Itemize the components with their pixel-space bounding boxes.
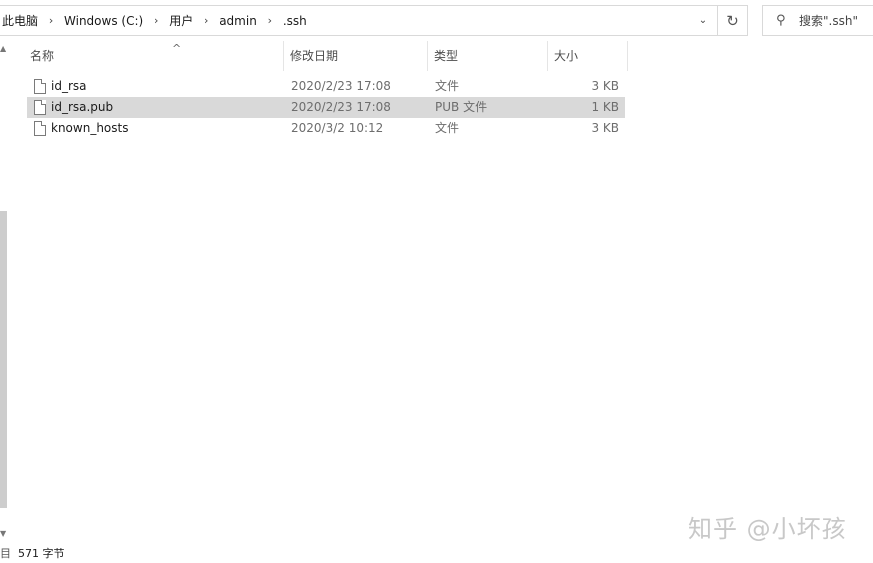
scroll-up-icon[interactable]: ▲ — [0, 44, 6, 53]
file-type: PUB 文件 — [435, 100, 488, 114]
column-header-date-label: 修改日期 — [290, 49, 339, 63]
refresh-button[interactable]: ↻ — [717, 6, 747, 35]
breadcrumb-ssh[interactable]: .ssh — [281, 14, 309, 28]
file-list: id_rsa 2020/2/23 17:08 文件 3 KB id_rsa.pu… — [27, 76, 627, 139]
breadcrumb-windows-drive[interactable]: Windows (C:) — [62, 14, 145, 28]
details-view-icon[interactable]: 目 — [0, 545, 11, 561]
file-size: 1 KB — [591, 100, 619, 114]
column-header-size-label: 大小 — [554, 49, 579, 63]
breadcrumb: 此电脑 › Windows (C:) › 用户 › admin › .ssh — [0, 6, 309, 35]
refresh-icon: ↻ — [726, 11, 739, 30]
file-icon — [34, 100, 46, 115]
file-row-id-rsa[interactable]: id_rsa 2020/2/23 17:08 文件 3 KB — [27, 76, 625, 97]
scroll-down-icon[interactable]: ▼ — [0, 529, 6, 538]
file-date: 2020/3/2 10:12 — [291, 121, 384, 135]
file-icon — [34, 79, 46, 94]
file-type: 文件 — [435, 79, 460, 93]
column-header-name-label: 名称 — [30, 49, 55, 63]
chevron-right-icon[interactable]: › — [259, 14, 281, 27]
chevron-down-icon: ⌄ — [698, 15, 708, 26]
search-icon: ⚲ — [776, 13, 786, 28]
scrollbar-thumb[interactable] — [0, 211, 7, 508]
file-date: 2020/2/23 17:08 — [291, 79, 391, 93]
file-row-id-rsa-pub[interactable]: id_rsa.pub 2020/2/23 17:08 PUB 文件 1 KB — [27, 97, 625, 118]
file-date: 2020/2/23 17:08 — [291, 100, 391, 114]
chevron-right-icon[interactable]: › — [195, 14, 217, 27]
column-header-name[interactable]: 名称 ^ — [24, 41, 284, 71]
search-placeholder: 搜索".ssh" — [799, 14, 858, 28]
address-history-button[interactable]: ⌄ — [690, 6, 716, 35]
file-size: 3 KB — [591, 121, 619, 135]
vertical-scrollbar[interactable]: ▲ ▼ — [0, 41, 9, 553]
column-header-size[interactable]: 大小 — [548, 41, 628, 71]
search-input[interactable]: ⚲ 搜索".ssh" — [762, 5, 873, 36]
file-row-known-hosts[interactable]: known_hosts 2020/3/2 10:12 文件 3 KB — [27, 118, 625, 139]
chevron-right-icon[interactable]: › — [40, 14, 62, 27]
file-name: id_rsa — [51, 79, 87, 93]
chevron-right-icon[interactable]: › — [145, 14, 167, 27]
column-header-row: 名称 ^ 修改日期 类型 大小 — [0, 41, 630, 71]
file-size: 3 KB — [591, 79, 619, 93]
file-type: 文件 — [435, 121, 460, 135]
column-header-date[interactable]: 修改日期 — [284, 41, 428, 71]
file-icon — [34, 121, 46, 136]
selection-size-text: 571 字节 — [18, 547, 65, 560]
address-bar[interactable]: 此电脑 › Windows (C:) › 用户 › admin › .ssh ⌄… — [0, 5, 748, 36]
column-header-type-label: 类型 — [434, 49, 459, 63]
breadcrumb-this-pc[interactable]: 此电脑 — [0, 12, 40, 29]
breadcrumb-admin[interactable]: admin — [217, 14, 259, 28]
file-name: known_hosts — [51, 121, 129, 135]
status-bar: 目 571 字节 — [0, 544, 65, 562]
column-header-type[interactable]: 类型 — [428, 41, 548, 71]
breadcrumb-users[interactable]: 用户 — [167, 12, 195, 29]
watermark: 知乎 @小坏孩 — [688, 515, 847, 543]
file-name: id_rsa.pub — [51, 100, 114, 114]
sort-ascending-icon: ^ — [172, 42, 182, 55]
